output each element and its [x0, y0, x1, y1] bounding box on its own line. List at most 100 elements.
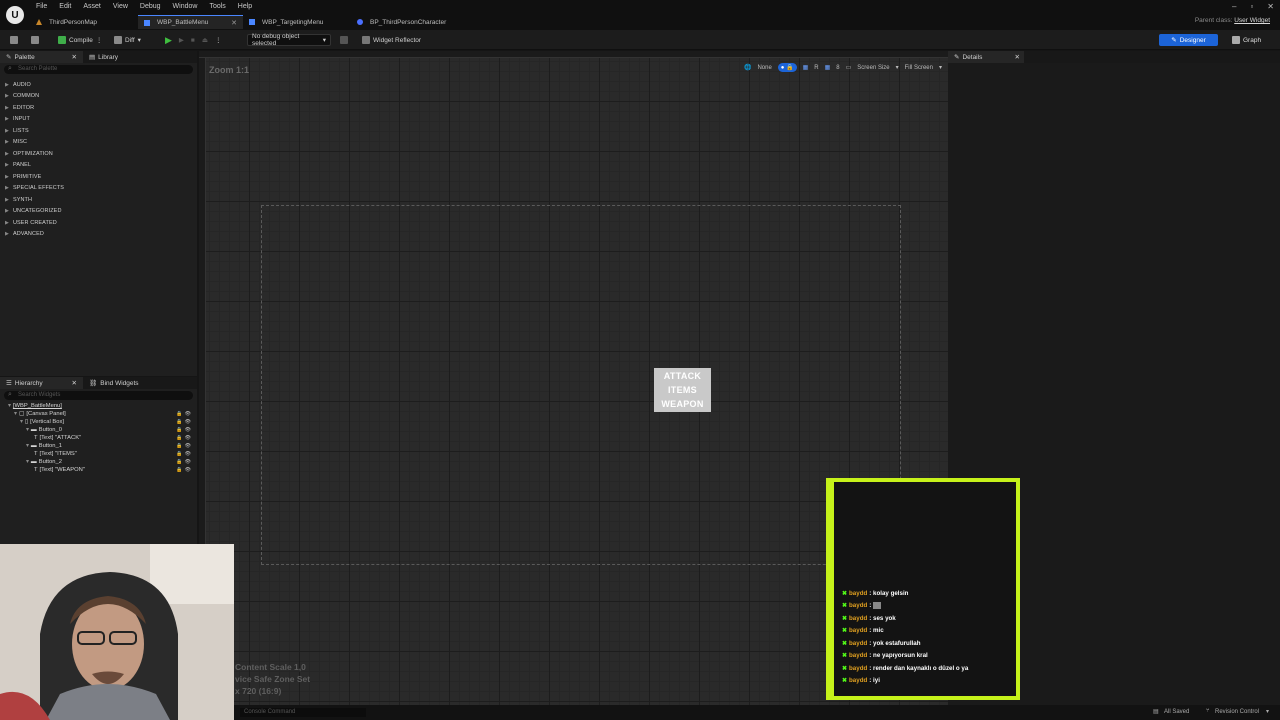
menu-tools[interactable]: Tools — [203, 2, 231, 11]
diff-button[interactable]: Diff ▾ — [114, 34, 141, 46]
close-tab-icon[interactable]: ✕ — [1015, 53, 1020, 61]
close-tab-icon[interactable]: ✕ — [72, 53, 77, 61]
close-tab-icon[interactable]: ✕ — [72, 379, 77, 387]
palette-category[interactable]: ▶ PANEL — [0, 160, 197, 172]
maximize-icon[interactable]: ▫ — [1250, 2, 1253, 11]
save-button[interactable] — [10, 34, 18, 46]
widget-blueprint-icon — [249, 19, 255, 25]
step-icon[interactable]: ▶ — [179, 36, 184, 44]
palette-category[interactable]: ▶ INPUT — [0, 114, 197, 126]
title-bar: U File Edit Asset View Debug Window Tool… — [0, 0, 1280, 30]
designer-mode-button[interactable]: ✎ Designer — [1159, 34, 1218, 46]
close-window-icon[interactable]: ✕ — [1267, 2, 1274, 11]
play-icon[interactable]: ▶ — [165, 35, 172, 46]
widget-reflector-button[interactable]: Widget Reflector — [362, 34, 421, 46]
palette-category[interactable]: ▶ SYNTH — [0, 194, 197, 206]
debug-browse-button[interactable] — [340, 34, 348, 46]
menu-help[interactable]: Help — [232, 2, 258, 11]
palette-category[interactable]: ▶ OPTIMIZATION — [0, 148, 197, 160]
visibility-icon[interactable]: 🔒👁 — [176, 427, 193, 433]
graph-label: Graph — [1243, 36, 1262, 44]
more-play-options-icon[interactable]: ⋮ — [215, 36, 222, 44]
visibility-icon[interactable]: 🔒👁 — [176, 467, 193, 473]
tree-row[interactable]: T [Text] "ITEMS" 🔒👁 — [0, 450, 197, 458]
parent-class-link[interactable]: User Widget — [1234, 17, 1270, 24]
reset-button[interactable]: R — [814, 65, 818, 71]
tree-row[interactable]: ▾ [WBP_BattleMenu] — [0, 402, 197, 410]
palette-category[interactable]: ▶ USER CREATED — [0, 217, 197, 229]
viewport-toolbar: 🌐 None ● 🔒 ▦ R ▦ 8 ▭ Screen Size ▾ Fill … — [744, 63, 942, 72]
palette-category[interactable]: ▶ UNCATEGORIZED — [0, 206, 197, 218]
more-options-icon[interactable]: ⋮ — [96, 36, 103, 44]
grid-snap-icon[interactable]: ▦ — [825, 64, 831, 71]
screen-size-select[interactable]: Screen Size — [857, 65, 889, 71]
hierarchy-search-input[interactable]: Search Widgets — [4, 390, 193, 400]
compile-button[interactable]: Compile ⋮ — [58, 34, 102, 46]
stop-icon[interactable]: ■ — [191, 37, 195, 44]
menu-view[interactable]: View — [107, 2, 134, 11]
palette-category[interactable]: ▶ PRIMITIVE — [0, 171, 197, 183]
palette-category[interactable]: ▶ AUDIO — [0, 79, 197, 91]
toggle-switch[interactable]: ● 🔒 — [777, 63, 797, 72]
tab-palette[interactable]: ✎ Palette ✕ — [0, 51, 83, 63]
tab-hierarchy[interactable]: ☰ Hierarchy ✕ — [0, 377, 83, 389]
tree-row-label: [WBP_BattleMenu] — [12, 403, 62, 409]
palette-category[interactable]: ▶ MISC — [0, 137, 197, 149]
tab-bp-thirdpersoncharacter[interactable]: BP_ThirdPersonCharacter — [351, 15, 481, 29]
console-input[interactable]: Console Command — [240, 708, 366, 717]
respect-locks-icon[interactable]: ▦ — [803, 64, 809, 71]
menu-window[interactable]: Window — [167, 2, 204, 11]
fill-screen-select[interactable]: Fill Screen — [905, 65, 933, 71]
debug-object-select[interactable]: No debug object selected ▾ — [247, 33, 331, 47]
tree-row[interactable]: T [Text] "WEAPON" 🔒👁 — [0, 466, 197, 474]
widget-reflector-label: Widget Reflector — [373, 36, 422, 44]
grid-size[interactable]: 8 — [836, 65, 839, 71]
save-status[interactable]: All Saved — [1164, 709, 1189, 715]
palette-category[interactable]: ▶ EDITOR — [0, 102, 197, 114]
localization-icon[interactable]: 🌐 — [744, 64, 751, 71]
visibility-icon[interactable]: 🔒👁 — [176, 419, 193, 425]
tab-thirdpersonmap[interactable]: ThirdPersonMap — [30, 15, 138, 29]
tab-bind-widgets[interactable]: ⛓ Bind Widgets — [83, 377, 145, 389]
graph-mode-button[interactable]: Graph — [1232, 34, 1268, 46]
tab-wbp-targetingmenu[interactable]: WBP_TargetingMenu — [243, 15, 351, 29]
eject-icon[interactable]: ⏏ — [202, 36, 208, 44]
tree-row[interactable]: ▾ ▬ Button_0 🔒👁 — [0, 426, 197, 434]
battle-menu-preview[interactable]: ATTACK ITEMS WEAPON — [654, 368, 711, 412]
tab-wbp-battlemenu[interactable]: WBP_BattleMenu ✕ — [138, 15, 243, 29]
close-tab-icon[interactable]: ✕ — [231, 19, 237, 27]
category-label: PANEL — [12, 162, 32, 169]
visibility-icon[interactable]: 🔒👁 — [176, 443, 193, 449]
weapon-button-preview[interactable]: WEAPON — [661, 398, 703, 411]
tree-row[interactable]: ▾ ▢ [Canvas Panel] 🔒👁 — [0, 410, 197, 418]
canvas-frame — [261, 205, 901, 565]
menu-edit[interactable]: Edit — [53, 2, 77, 11]
palette-category[interactable]: ▶ COMMON — [0, 91, 197, 103]
tree-row[interactable]: ▾ ▬ Button_1 🔒👁 — [0, 442, 197, 450]
level-icon — [36, 19, 42, 25]
tree-row[interactable]: T [Text] "ATTACK" 🔒👁 — [0, 434, 197, 442]
revision-control-button[interactable]: Revision Control — [1215, 709, 1259, 715]
items-button-preview[interactable]: ITEMS — [668, 384, 697, 397]
tree-row[interactable]: ▾ ▯ [Vertical Box] 🔒👁 — [0, 418, 197, 426]
tab-details[interactable]: ✎ Details ✕ — [948, 51, 1024, 63]
visibility-icon[interactable]: 🔒👁 — [176, 459, 193, 465]
palette-search-input[interactable]: Search Palette — [4, 64, 193, 74]
menu-file[interactable]: File — [30, 2, 53, 11]
visibility-icon[interactable]: 🔒👁 — [176, 451, 193, 457]
minimize-icon[interactable]: – — [1232, 2, 1236, 11]
palette-category[interactable]: ▶ LISTS — [0, 125, 197, 137]
visibility-icon[interactable]: 🔒👁 — [176, 411, 193, 417]
attack-button-preview[interactable]: ATTACK — [664, 370, 701, 383]
tree-row[interactable]: ▾ ▬ Button_2 🔒👁 — [0, 458, 197, 466]
tab-library[interactable]: ▤ Library — [83, 51, 124, 63]
unreal-logo-icon[interactable]: U — [6, 6, 24, 24]
menu-debug[interactable]: Debug — [134, 2, 167, 11]
visibility-icon[interactable]: 🔒👁 — [176, 435, 193, 441]
localization-preview[interactable]: None — [757, 65, 771, 71]
palette-category[interactable]: ▶ ADVANCED — [0, 229, 197, 241]
menu-asset[interactable]: Asset — [77, 2, 107, 11]
tree-row-label: [Vertical Box] — [30, 419, 64, 425]
palette-category[interactable]: ▶ SPECIAL EFFECTS — [0, 183, 197, 195]
browse-button[interactable] — [31, 34, 39, 46]
